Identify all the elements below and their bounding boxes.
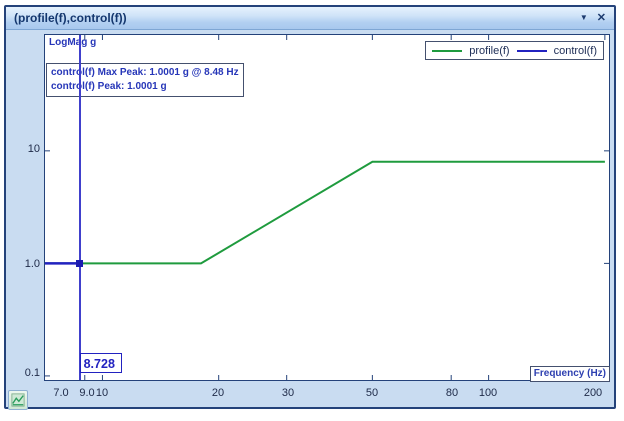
legend: profile(f) control(f) [425,41,604,60]
chart-thumbnail-button[interactable] [8,390,28,410]
x-axis-tick-labels: 7.0 9.0 10 20 30 50 80 100 200 [6,387,618,401]
chart-panel: LogMag g profile(f) control(f) control(f… [6,30,614,410]
x-axis-title: Frequency (Hz) [530,366,610,382]
x-tick-80: 80 [446,387,458,399]
window-title: (profile(f),control(f)) [6,11,580,25]
chart-window: (profile(f),control(f)) ▼ ✕ LogMag g pro… [4,5,616,409]
legend-label-control: control(f) [554,45,597,57]
control-line-swatch [517,50,547,52]
legend-label-profile: profile(f) [469,45,509,57]
x-tick-20: 20 [212,387,224,399]
y-axis-tick-labels: 10 1.0 0.1 [6,30,40,410]
peak-info-box: control(f) Max Peak: 1.0001 g @ 8.48 Hz … [46,63,244,97]
dropdown-arrow-icon[interactable]: ▼ [580,14,588,22]
cursor-line[interactable] [79,35,81,380]
y-tick-1: 1.0 [6,258,40,270]
cursor-readout[interactable]: 8.728 [80,353,122,373]
plot-area[interactable]: LogMag g profile(f) control(f) control(f… [44,34,610,381]
x-tick-100: 100 [479,387,497,399]
titlebar-buttons: ▼ ✕ [580,13,614,24]
y-axis-title: LogMag g [49,37,96,48]
close-icon[interactable]: ✕ [597,13,606,24]
x-tick-9: 9.0 [79,387,94,399]
x-tick-200: 200 [584,387,602,399]
x-tick-30: 30 [282,387,294,399]
window-titlebar[interactable]: (profile(f),control(f)) ▼ ✕ [6,7,614,30]
y-tick-0_1: 0.1 [6,367,40,379]
x-tick-10: 10 [96,387,108,399]
cursor-marker[interactable] [76,260,83,267]
chart-thumbnail-icon [11,393,25,407]
profile-line-swatch [432,50,462,52]
y-tick-10: 10 [6,143,40,155]
x-tick-7: 7.0 [53,387,68,399]
x-tick-50: 50 [366,387,378,399]
